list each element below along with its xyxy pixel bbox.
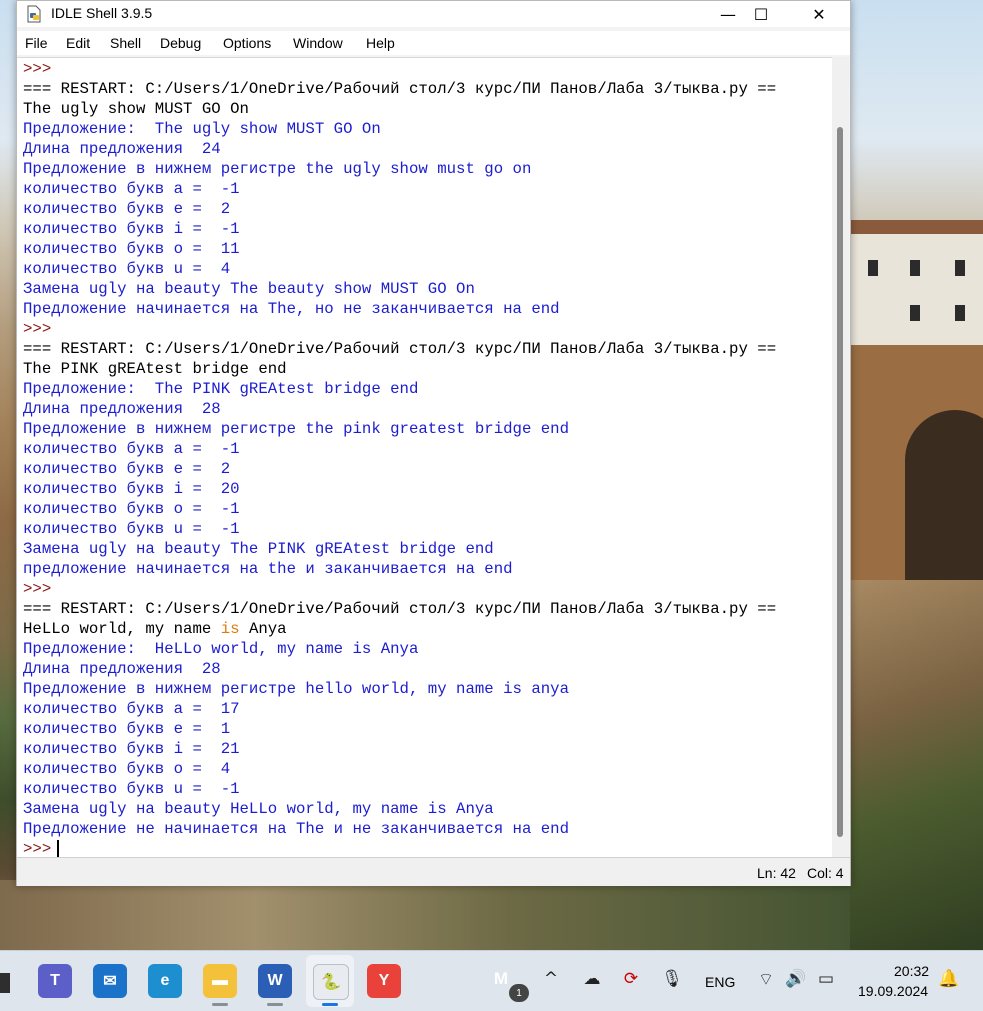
mail-icon[interactable]: ✉ xyxy=(93,964,127,998)
idle-app-icon xyxy=(27,5,41,23)
volume-icon[interactable]: 🔊 xyxy=(784,967,808,991)
sync-icon[interactable]: ⟳ xyxy=(619,967,643,991)
text-cursor[interactable] xyxy=(57,840,60,858)
cloud-icon[interactable]: ☁ xyxy=(580,967,604,991)
menu-file[interactable]: File xyxy=(25,35,48,51)
close-icon: ✕ xyxy=(812,4,826,24)
shell-line-text: HeLLo world, my name xyxy=(23,620,221,638)
maximize-icon: ☐ xyxy=(753,4,769,24)
shell-line: Длина предложения 24 xyxy=(23,140,221,158)
shell-text-area[interactable]: >>> === RESTART: C:/Users/1/OneDrive/Рабо… xyxy=(17,57,832,858)
shell-line: количество букв а = 17 xyxy=(23,700,240,718)
menu-help[interactable]: Help xyxy=(366,35,395,51)
shell-line: Предложение не начинается на The и не за… xyxy=(23,820,570,838)
microphone-icon[interactable]: 🎙 xyxy=(660,967,684,991)
menu-debug[interactable]: Debug xyxy=(160,35,201,51)
wallpaper-cliff xyxy=(850,580,983,950)
shell-prompt: >>> xyxy=(23,840,52,858)
shell-prompt: >>> xyxy=(23,60,52,78)
menu-shell[interactable]: Shell xyxy=(110,35,141,51)
shell-line: Замена ugly на beauty HeLLo world, my na… xyxy=(23,800,494,818)
close-button[interactable]: ✕ xyxy=(790,1,848,27)
running-indicator xyxy=(212,1003,228,1006)
idle-shell-window: IDLE Shell 3.9.5 — ☐ ✕ File Edit Shell D… xyxy=(16,0,851,886)
shell-line: количество букв i = 20 xyxy=(23,480,240,498)
shell-line: Предложение: The ugly show MUST GO On xyxy=(23,120,381,138)
start-edge-icon[interactable] xyxy=(0,973,10,993)
menu-window[interactable]: Window xyxy=(293,35,343,51)
clock-time[interactable]: 20:32 xyxy=(894,963,929,979)
explorer-icon[interactable]: ▬ xyxy=(203,964,237,998)
word-icon[interactable]: W xyxy=(258,964,292,998)
menu-edit[interactable]: Edit xyxy=(66,35,90,51)
wallpaper-arch xyxy=(905,410,983,600)
shell-line: количество букв е = 2 xyxy=(23,200,231,218)
shell-line: Замена ugly на beauty The beauty show MU… xyxy=(23,280,475,298)
menu-options[interactable]: Options xyxy=(223,35,271,51)
shell-line: Предложение в нижнем регистре the ugly s… xyxy=(23,160,532,178)
shell-line: >>> xyxy=(23,839,60,858)
shell-line: количество букв u = -1 xyxy=(23,520,240,538)
shell-line: === RESTART: C:/Users/1/OneDrive/Рабочий… xyxy=(23,600,777,618)
shell-prompt: >>> xyxy=(23,320,52,338)
shell-line: количество букв е = 1 xyxy=(23,720,231,738)
idle-icon[interactable]: 🐍 xyxy=(313,964,349,1000)
menu-bar: File Edit Shell Debug Options Window Hel… xyxy=(17,31,850,55)
language-indicator[interactable]: ENG xyxy=(705,974,735,990)
shell-line: количество букв е = 2 xyxy=(23,460,231,478)
shell-line: === RESTART: C:/Users/1/OneDrive/Рабочий… xyxy=(23,340,777,358)
battery-icon[interactable]: ▭ xyxy=(814,967,838,991)
shell-line: HeLLo world, my name is Anya xyxy=(23,619,287,639)
shell-line: === RESTART: C:/Users/1/OneDrive/Рабочий… xyxy=(23,80,777,98)
shell-line: Предложение в нижнем регистре the pink g… xyxy=(23,420,570,438)
window-title: IDLE Shell 3.9.5 xyxy=(51,5,153,21)
scrollbar-thumb[interactable] xyxy=(837,127,843,837)
shell-line: The PINK gREAtest bridge end xyxy=(23,360,287,378)
line-number-status: Ln: 42 xyxy=(757,865,796,881)
shell-line: количество букв а = -1 xyxy=(23,180,240,198)
shell-line: Предложение начинается на The, но не зак… xyxy=(23,300,560,318)
shell-line: количество букв о = -1 xyxy=(23,500,240,518)
keyword-highlight: is xyxy=(220,620,240,638)
shell-line: предложение начинается на the и заканчив… xyxy=(23,560,513,578)
edge-icon[interactable]: e xyxy=(148,964,182,998)
maximize-button[interactable]: ☐ xyxy=(732,1,790,27)
shell-line: количество букв u = 4 xyxy=(23,260,231,278)
notification-bell-icon[interactable]: 🔔 xyxy=(937,967,961,991)
shell-line: количество букв о = 4 xyxy=(23,760,231,778)
running-indicator xyxy=(322,1003,338,1006)
teams-icon[interactable]: T xyxy=(38,964,72,998)
clock-date[interactable]: 19.09.2024 xyxy=(858,983,928,999)
taskbar: T ✉ e ▬ W 🐍 Y M 1 ^ ☁ ⟳ 🎙 ENG ⌔ 🔊 ▭ 20:32 19.0… xyxy=(0,950,983,1011)
column-number-status: Col: 4 xyxy=(807,865,844,881)
title-bar[interactable]: IDLE Shell 3.9.5 — ☐ ✕ xyxy=(17,1,850,27)
shell-line: The ugly show MUST GO On xyxy=(23,100,249,118)
wallpaper-ground xyxy=(0,880,850,950)
shell-line: Предложение: The PINK gREAtest bridge en… xyxy=(23,380,419,398)
shell-line-text: Anya xyxy=(239,620,287,638)
shell-line: Длина предложения 28 xyxy=(23,400,221,418)
yandex-icon[interactable]: Y xyxy=(367,964,401,998)
vertical-scrollbar[interactable] xyxy=(832,57,849,857)
running-indicator xyxy=(267,1003,283,1006)
shell-line: Предложение в нижнем регистре hello worl… xyxy=(23,680,570,698)
shell-line: Длина предложения 28 xyxy=(23,660,221,678)
chevron-up-icon[interactable]: ^ xyxy=(539,967,563,991)
shell-line: количество букв о = 11 xyxy=(23,240,240,258)
shell-line: Предложение: HeLLo world, my name is Any… xyxy=(23,640,419,658)
shell-line: количество букв i = -1 xyxy=(23,220,240,238)
shell-line: Замена ugly на beauty The PINK gREAtest … xyxy=(23,540,494,558)
shell-line: количество букв i = 21 xyxy=(23,740,240,758)
shell-line: количество букв u = -1 xyxy=(23,780,240,798)
wallpaper-building xyxy=(850,220,983,350)
status-bar: Ln: 42 Col: 4 xyxy=(17,857,850,886)
shell-line: количество букв а = -1 xyxy=(23,440,240,458)
shell-prompt: >>> xyxy=(23,580,52,598)
notification-badge: 1 xyxy=(509,984,529,1002)
wifi-icon[interactable]: ⌔ xyxy=(754,967,778,991)
